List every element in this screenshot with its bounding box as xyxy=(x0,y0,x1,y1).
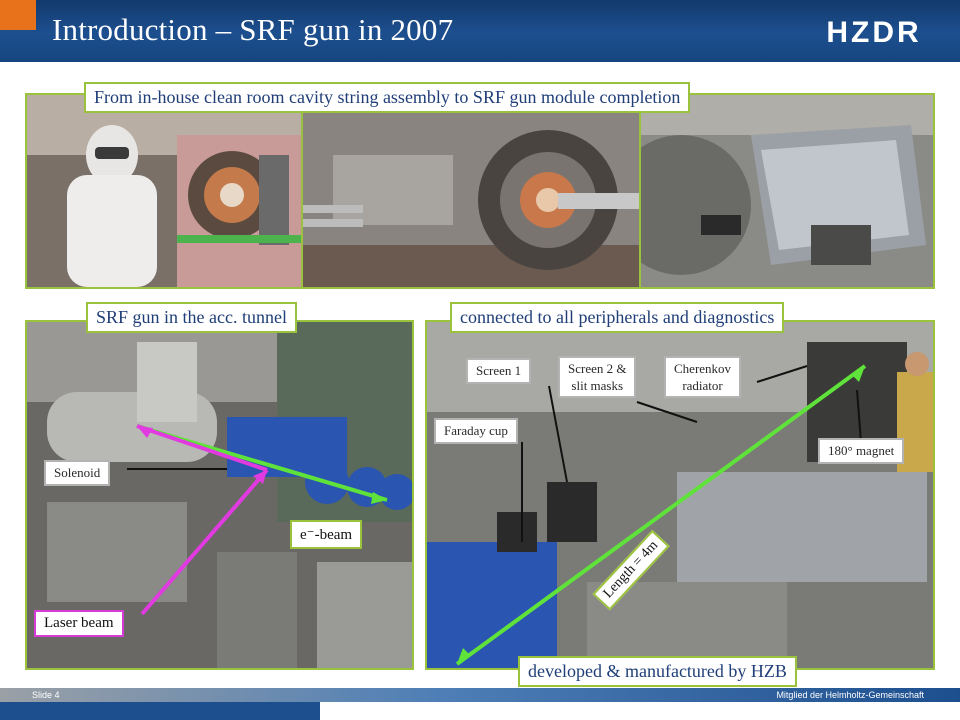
photo-clean-room-assembly xyxy=(25,93,303,289)
hzdr-logo: HZDR xyxy=(808,14,940,49)
slide-title: Introduction – SRF gun in 2007 xyxy=(52,12,454,47)
hzdr-logo-icon: HZDR xyxy=(826,16,921,49)
photo-cavity-string xyxy=(301,93,641,289)
label-laser-beam: Laser beam xyxy=(34,610,124,637)
label-solenoid: Solenoid xyxy=(44,460,111,486)
label-screen2-line1: Screen 2 & xyxy=(568,361,627,376)
accent-square xyxy=(0,0,36,30)
label-cherenkov-line1: Cherenkov xyxy=(674,361,732,376)
svg-text:HZDR: HZDR xyxy=(826,16,921,48)
footer-blue-block xyxy=(0,702,320,720)
helmholtz-membership: Mitglied der Helmholtz-Gemeinschaft xyxy=(776,690,924,700)
caption-hzb: developed & manufactured by HZB xyxy=(518,656,797,687)
label-cherenkov-line2: radiator xyxy=(682,378,723,393)
label-screen2: Screen 2 & slit masks xyxy=(558,356,637,398)
slide-number: Slide 4 xyxy=(32,690,60,700)
label-ebeam-text: e⁻-beam xyxy=(300,527,353,543)
label-screen2-line2: slit masks xyxy=(571,378,624,393)
label-magnet: 180° magnet xyxy=(818,438,905,464)
label-ebeam: e⁻-beam xyxy=(290,520,363,549)
label-faraday-cup: Faraday cup xyxy=(434,418,518,444)
label-screen1: Screen 1 xyxy=(466,358,532,384)
footer: Slide 4 Mitglied der Helmholtz-Gemeinsch… xyxy=(0,688,960,720)
caption-tunnel: SRF gun in the acc. tunnel xyxy=(86,302,297,333)
label-cherenkov: Cherenkov radiator xyxy=(664,356,742,398)
footer-lower xyxy=(0,702,960,720)
caption-peripherals: connected to all peripherals and diagnos… xyxy=(450,302,785,333)
photo-gun-module xyxy=(639,93,935,289)
header-bar: Introduction – SRF gun in 2007 HZDR xyxy=(0,0,960,62)
caption-assembly: From in-house clean room cavity string a… xyxy=(84,82,691,113)
